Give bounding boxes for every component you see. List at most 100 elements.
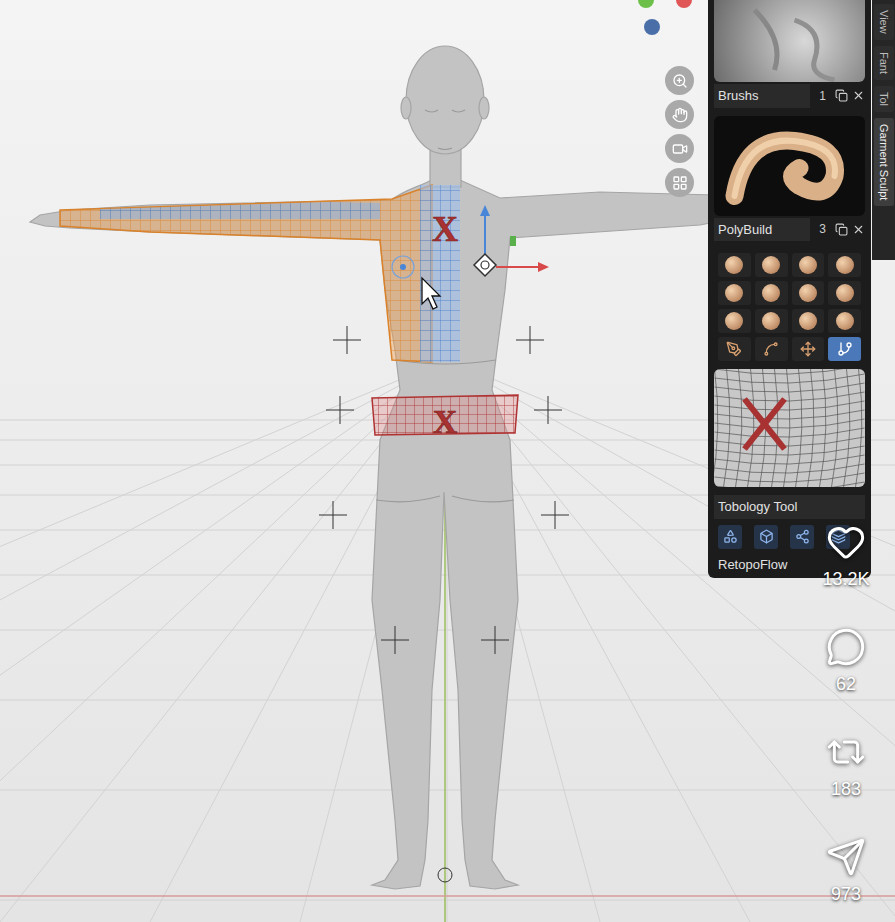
topology-button[interactable] [754,525,778,549]
side-tab[interactable]: View [874,4,894,40]
brush-preview[interactable] [714,116,865,216]
sphere-brush-icon [762,312,780,330]
topology-button[interactable] [790,525,814,549]
topology-preview[interactable] [714,369,865,487]
close-icon[interactable] [852,223,865,236]
tool-button[interactable] [828,253,861,277]
retopo-mesh-orange[interactable] [60,185,432,362]
side-tab[interactable]: Fant [874,46,894,80]
line-tool-icon [800,341,816,357]
crosshair-icon [534,396,562,424]
crosshair-icon [326,396,354,424]
social-count: 13.2K [822,568,869,590]
retopo-mesh-blue[interactable] [100,202,380,219]
sphere-brush-icon [725,312,743,330]
tool-button[interactable] [718,281,751,305]
copy-icon[interactable] [835,223,848,236]
crosshair-icon [381,626,409,654]
sphere-brush-icon [836,312,854,330]
axis-dot[interactable] [676,0,692,8]
side-tab[interactable]: Tol [874,86,894,112]
social-action[interactable]: 62 [816,627,876,732]
viewport-tool-icon [672,73,688,89]
share-icon[interactable] [826,837,866,877]
tool-button[interactable] [755,309,788,333]
sphere-brush-icon [836,284,854,302]
brush-name[interactable]: PolyBuild [714,218,810,242]
copy-icon[interactable] [835,89,848,102]
viewport-controls [665,66,694,197]
tool-panel: Brushs1PolyBuild3Tobology ToolRetopoFlow [708,0,871,578]
brush-count: 3 [814,220,831,238]
topology-title: Tobology Tool [714,495,865,519]
social-action[interactable]: 13.2K [816,522,876,627]
social-count: 183 [831,778,861,800]
retopo-mesh-chest[interactable] [420,185,460,362]
brush-row: Brushs1 [714,84,865,108]
crosshair-icon [516,326,544,354]
brush-count: 1 [814,87,831,105]
brush-section: Brushs1 [708,0,871,108]
sphere-brush-icon [799,256,817,274]
sphere-brush-icon [799,312,817,330]
x-axis-line [0,895,895,897]
tool-button[interactable] [792,309,825,333]
viewport-button[interactable] [665,134,694,163]
app: XXBrushs1PolyBuild3Tobology ToolRetopoFl… [0,0,895,922]
topology-tool-icon [759,529,774,544]
tool-button[interactable] [792,337,825,361]
topology-tool-icon [723,529,738,544]
repost-icon[interactable] [826,732,866,772]
viewport-button[interactable] [665,168,694,197]
line-tool-icon [763,341,779,357]
character-model[interactable] [30,46,715,889]
crosshair-icon [333,326,361,354]
tool-button[interactable] [828,281,861,305]
sphere-brush-icon [725,284,743,302]
marker-label: X [432,209,458,249]
comment-icon[interactable] [826,627,866,667]
tool-button[interactable] [718,253,751,277]
social-action[interactable]: 183 [816,732,876,837]
origin-icon [438,868,452,882]
tool-button[interactable] [718,337,751,361]
swirl-preview-icon [714,116,865,216]
tool-button[interactable] [792,253,825,277]
axis-dot[interactable] [638,0,654,8]
close-icon[interactable] [852,89,865,102]
line-tool-icon [726,341,742,357]
sphere-brush-icon [762,284,780,302]
brush-name[interactable]: Brushs [714,84,810,108]
sphere-brush-icon [799,284,817,302]
tool-button[interactable] [755,337,788,361]
crosshair-icon [541,501,569,529]
brush-preview[interactable] [714,0,865,82]
like-icon[interactable] [826,522,866,562]
cursor-icon [422,278,440,309]
sphere-brush-icon [725,256,743,274]
brush-row: PolyBuild3 [714,218,865,242]
tool-button[interactable] [828,309,861,333]
transform-gizmo-icon[interactable] [474,205,549,276]
social-count: 973 [831,883,861,905]
viewport-button[interactable] [665,100,694,129]
y-axis-line [444,480,446,922]
brush-section: PolyBuild3 [708,116,871,242]
viewport-tool-icon [672,107,688,123]
side-tab[interactable]: Garment Sculpt [874,118,894,206]
tool-button[interactable] [755,281,788,305]
crosshair-icon [481,626,509,654]
topology-tool-icon [795,529,810,544]
marker-label: X [433,403,458,440]
social-action[interactable]: 973 [816,837,876,922]
axis-dot[interactable] [644,19,660,35]
topology-button[interactable] [718,525,742,549]
social-actions: 13.2K 62 183 973 [816,522,876,922]
viewport-tool-icon [672,175,688,191]
tool-button[interactable] [792,281,825,305]
tool-button[interactable] [755,253,788,277]
tool-button[interactable] [828,337,861,361]
tool-button[interactable] [718,309,751,333]
viewport-button[interactable] [665,66,694,95]
side-tab-strip: View Fant Tol Garment Sculpt [872,0,895,260]
